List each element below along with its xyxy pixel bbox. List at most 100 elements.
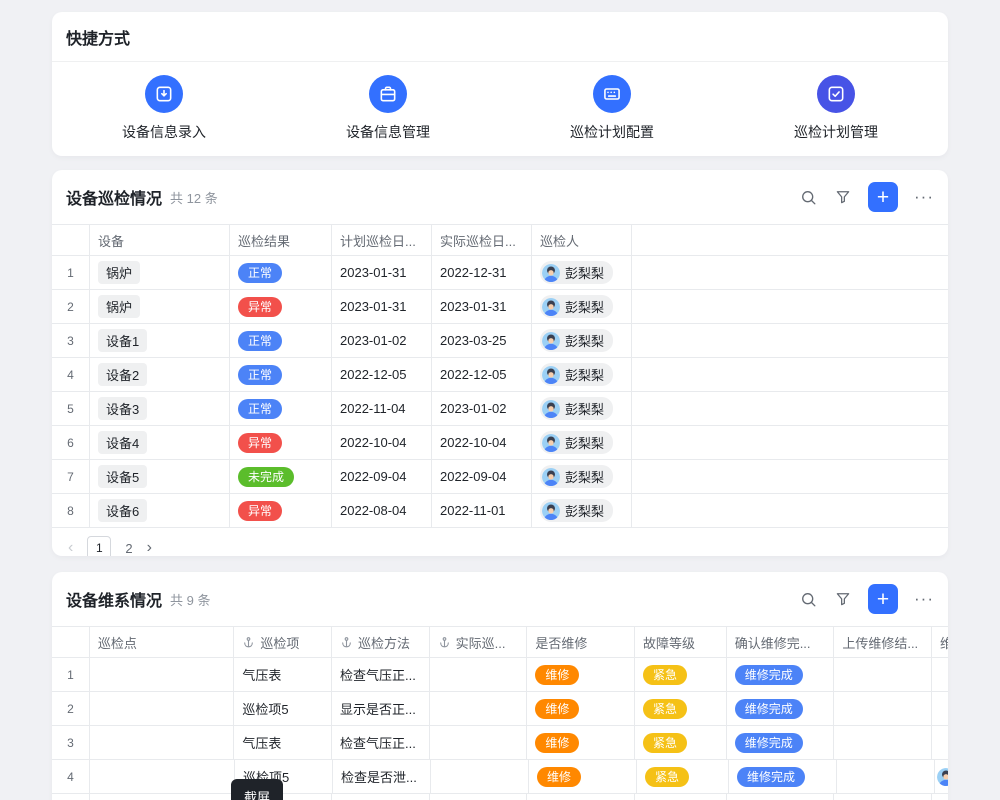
cell-last[interactable] [935,760,948,793]
col-inspector[interactable]: 巡检人 [532,225,632,255]
row-number[interactable]: 3 [52,324,90,357]
row-number[interactable]: 5 [52,794,90,800]
cell-device[interactable]: 设备3 [90,392,230,425]
cell-device[interactable]: 设备6 [90,494,230,527]
cell-repair[interactable]: 维修 [527,794,635,800]
shortcut-plan-manage[interactable]: 巡检计划管理 [724,75,948,142]
cell-repair[interactable]: 维修 [527,658,635,691]
row-number[interactable]: 5 [52,392,90,425]
row-number[interactable]: 1 [52,256,90,289]
cell-actual[interactable] [430,692,528,725]
cell-plan-date[interactable]: 2023-01-31 [332,256,432,289]
cell-plan-date[interactable]: 2022-10-04 [332,426,432,459]
cell-actual-date[interactable]: 2022-12-05 [432,358,532,391]
add-record-button[interactable]: + [868,182,898,212]
cell-level[interactable]: 一般 [635,794,727,800]
col-actual-date[interactable]: 实际巡检日... [432,225,532,255]
row-number[interactable]: 8 [52,494,90,527]
row-number[interactable]: 4 [52,358,90,391]
cell-upload[interactable] [834,794,932,800]
cell-last[interactable] [932,658,948,691]
col-point[interactable]: 巡检点 [90,627,234,657]
cell-plan-date[interactable]: 2023-01-31 [332,290,432,323]
cell-item[interactable]: 气压表 [234,658,332,691]
cell-device[interactable]: 锅炉 [90,256,230,289]
cell-last[interactable] [932,692,948,725]
shortcut-device-manage[interactable]: 设备信息管理 [276,75,500,142]
col-result[interactable]: 巡检结果 [230,225,332,255]
col-repair[interactable]: 是否维修 [527,627,635,657]
cell-method[interactable]: 检查气压正... [332,658,430,691]
cell-result[interactable]: 正常 [230,256,332,289]
cell-device[interactable]: 设备1 [90,324,230,357]
screenshot-tooltip[interactable]: 截屏 [231,779,283,800]
cell-repair[interactable]: 维修 [529,760,637,793]
cell-plan-date[interactable]: 2022-09-04 [332,460,432,493]
search-icon[interactable] [799,590,818,609]
row-number[interactable]: 1 [52,658,90,691]
cell-repair[interactable]: 维修 [527,726,635,759]
cell-confirm[interactable]: 维修完成 [727,658,835,691]
cell-method[interactable]: 显示是否正... [332,794,430,800]
cell-level[interactable]: 紧急 [637,760,729,793]
cell-point[interactable] [90,658,234,691]
cell-inspector[interactable]: 彭梨梨 [532,256,632,289]
cell-device[interactable]: 锅炉 [90,290,230,323]
col-actual[interactable]: 实际巡... [430,627,528,657]
cell-last[interactable] [932,794,948,800]
cell-confirm[interactable]: 维修完成 [729,760,837,793]
col-plan-date[interactable]: 计划巡检日... [332,225,432,255]
cell-actual-date[interactable]: 2022-11-01 [432,494,532,527]
cell-actual-date[interactable]: 2022-09-04 [432,460,532,493]
cell-point[interactable] [90,794,234,800]
search-icon[interactable] [799,188,818,207]
cell-actual[interactable] [430,794,528,800]
cell-confirm[interactable]: 维修完成 [727,794,835,800]
cell-plan-date[interactable]: 2022-08-04 [332,494,432,527]
cell-inspector[interactable]: 彭梨梨 [532,426,632,459]
cell-result[interactable]: 异常 [230,426,332,459]
cell-actual[interactable] [431,760,529,793]
cell-point[interactable] [90,692,234,725]
cell-level[interactable]: 紧急 [635,692,727,725]
row-number[interactable]: 7 [52,460,90,493]
col-confirm[interactable]: 确认维修完... [727,627,835,657]
cell-inspector[interactable]: 彭梨梨 [532,460,632,493]
cell-plan-date[interactable]: 2023-01-02 [332,324,432,357]
add-record-button[interactable]: + [868,584,898,614]
filter-icon[interactable] [834,188,852,206]
cell-method[interactable]: 检查气压正... [332,726,430,759]
cell-actual-date[interactable]: 2022-12-31 [432,256,532,289]
cell-last[interactable] [932,726,948,759]
cell-plan-date[interactable]: 2022-11-04 [332,392,432,425]
cell-actual-date[interactable]: 2022-10-04 [432,426,532,459]
cell-actual[interactable] [430,726,528,759]
cell-inspector[interactable]: 彭梨梨 [532,358,632,391]
pagination-prev-icon[interactable]: ‹ [68,539,73,556]
cell-repair[interactable]: 维修 [527,692,635,725]
row-number[interactable]: 2 [52,692,90,725]
cell-item[interactable]: 巡检项5 [234,692,332,725]
col-item[interactable]: 巡检项 [234,627,332,657]
cell-actual-date[interactable]: 2023-03-25 [432,324,532,357]
cell-level[interactable]: 紧急 [635,726,727,759]
cell-inspector[interactable]: 彭梨梨 [532,392,632,425]
cell-device[interactable]: 设备4 [90,426,230,459]
col-method[interactable]: 巡检方法 [332,627,430,657]
cell-actual[interactable] [430,658,528,691]
row-number[interactable]: 4 [52,760,90,793]
shortcut-plan-config[interactable]: 巡检计划配置 [500,75,724,142]
cell-device[interactable]: 设备2 [90,358,230,391]
cell-upload[interactable] [834,692,932,725]
cell-actual-date[interactable]: 2023-01-02 [432,392,532,425]
cell-inspector[interactable]: 彭梨梨 [532,494,632,527]
pagination-page-1[interactable]: 1 [87,536,111,556]
cell-result[interactable]: 正常 [230,324,332,357]
cell-confirm[interactable]: 维修完成 [727,692,835,725]
cell-method[interactable]: 显示是否正... [332,692,430,725]
col-level[interactable]: 故障等级 [635,627,727,657]
cell-result[interactable]: 异常 [230,494,332,527]
cell-method[interactable]: 检查是否泄... [333,760,431,793]
cell-result[interactable]: 异常 [230,290,332,323]
more-menu-button[interactable]: ··· [914,589,934,609]
